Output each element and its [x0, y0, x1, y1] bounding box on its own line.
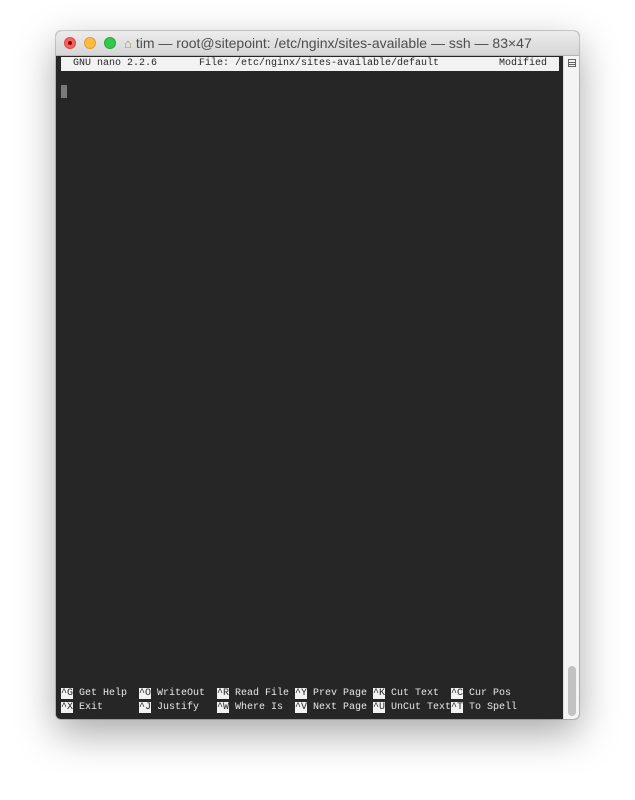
shortcut-key: ^J: [139, 702, 152, 713]
minimize-button[interactable]: [84, 37, 96, 49]
nano-header: GNU nano 2.2.6 File: /etc/nginx/sites-av…: [61, 57, 559, 71]
shortcut-key: ^V: [295, 702, 308, 713]
home-icon: ⌂: [124, 36, 132, 51]
shortcut-label: To Spell: [469, 702, 518, 713]
shortcut-label: Where Is: [235, 702, 284, 713]
shortcut-key: ^T: [451, 702, 464, 713]
shortcut-item: ^X Exit: [61, 701, 103, 715]
shortcut-key: ^U: [373, 702, 386, 713]
shortcut-item: ^V Next Page: [295, 701, 367, 715]
close-button[interactable]: [64, 37, 76, 49]
shortcut-item: ^R Read File: [217, 687, 289, 701]
shortcut-label: Justify: [157, 702, 200, 713]
nano-status: Modified: [499, 58, 548, 69]
scrollbar[interactable]: [563, 56, 579, 719]
shortcut-item: ^O WriteOut: [139, 687, 205, 701]
title-bar[interactable]: ⌂ tim — root@sitepoint: /etc/nginx/sites-…: [56, 31, 579, 56]
shortcut-label: Cut Text: [391, 688, 440, 699]
scrollbar-thumb[interactable]: [568, 666, 576, 716]
shortcut-key: ^W: [217, 702, 230, 713]
shortcut-item: ^J Justify: [139, 701, 199, 715]
shortcut-label: Cur Pos: [469, 688, 512, 699]
shortcut-label: Prev Page: [313, 688, 368, 699]
shortcut-label: Read File: [235, 688, 290, 699]
nano-filename: File: /etc/nginx/sites-available/default: [199, 58, 440, 69]
split-pane-icon[interactable]: [568, 59, 576, 67]
shortcut-item: ^W Where Is: [217, 701, 283, 715]
shortcut-label: Get Help: [79, 688, 128, 699]
shortcut-key: ^X: [61, 702, 74, 713]
shortcut-item: ^K Cut Text: [373, 687, 439, 701]
window-title-text: tim — root@sitepoint: /etc/nginx/sites-a…: [135, 35, 532, 51]
shortcut-item: ^C Cur Pos: [451, 687, 511, 701]
shortcut-key: ^K: [373, 688, 386, 699]
shortcut-item: ^U UnCut Text: [373, 701, 451, 715]
shortcut-item: ^Y Prev Page: [295, 687, 367, 701]
shortcut-label: Exit: [79, 702, 104, 713]
shortcut-key: ^O: [139, 688, 152, 699]
shortcut-label: UnCut Text: [391, 702, 452, 713]
zoom-button[interactable]: [104, 37, 116, 49]
shortcut-key: ^Y: [295, 688, 308, 699]
window-title: ⌂ tim — root@sitepoint: /etc/nginx/sites-…: [124, 35, 532, 51]
shortcut-label: Next Page: [313, 702, 368, 713]
terminal-window: ⌂ tim — root@sitepoint: /etc/nginx/sites-…: [56, 31, 579, 719]
shortcut-label: WriteOut: [157, 688, 206, 699]
nano-version: GNU nano 2.2.6: [73, 58, 158, 69]
shortcut-key: ^R: [217, 688, 230, 699]
shortcut-item: ^T To Spell: [451, 701, 517, 715]
shortcut-key: ^C: [451, 688, 464, 699]
text-cursor: [61, 85, 67, 98]
shortcut-key: ^G: [61, 688, 74, 699]
shortcut-item: ^G Get Help: [61, 687, 127, 701]
terminal-content[interactable]: GNU nano 2.2.6 File: /etc/nginx/sites-av…: [56, 56, 563, 719]
